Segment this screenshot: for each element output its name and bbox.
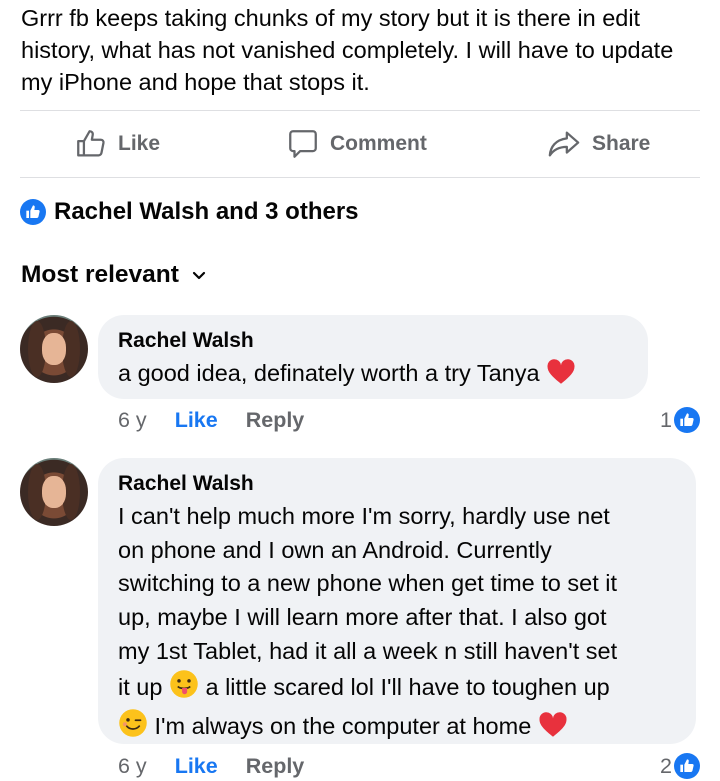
comment-button[interactable]: Comment: [286, 111, 427, 177]
comment-label: Comment: [330, 132, 427, 155]
like-icon: [20, 199, 46, 225]
comment-reply-button[interactable]: Reply: [246, 408, 305, 433]
comment-bubble: Rachel Walsh I can't help much more I'm …: [98, 458, 696, 744]
share-button[interactable]: Share: [546, 111, 650, 177]
chevron-down-icon: [191, 261, 207, 289]
like-button[interactable]: Like: [74, 111, 160, 177]
post-text: Grrr fb keeps taking chunks of my story …: [21, 5, 674, 95]
comment-author[interactable]: Rachel Walsh: [118, 472, 254, 496]
avatar[interactable]: [20, 458, 88, 526]
like-icon: [674, 753, 700, 779]
avatar[interactable]: [20, 315, 88, 383]
like-icon: [674, 407, 700, 433]
divider: [20, 177, 700, 178]
comment-age[interactable]: 6 y: [118, 408, 147, 433]
comment-age[interactable]: 6 y: [118, 754, 147, 779]
comment-text: I can't help much more I'm sorry, hardly…: [118, 500, 688, 748]
speech-bubble-icon: [286, 127, 320, 161]
comment-reply-button[interactable]: Reply: [246, 754, 305, 779]
tongue-out-emoji-icon: [169, 669, 199, 709]
share-arrow-icon: [546, 127, 582, 161]
comment-meta: 6 y Like Reply: [118, 405, 304, 435]
post-action-bar: Like Comment Share: [20, 111, 700, 177]
heart-emoji-icon: [538, 711, 568, 748]
like-label: Like: [118, 132, 161, 155]
heart-emoji-icon: [546, 358, 576, 395]
winking-emoji-icon: [118, 708, 148, 748]
reactions-text: Rachel Walsh and 3 others: [54, 198, 359, 225]
comment-like-button[interactable]: Like: [175, 408, 218, 433]
comment-text: a good idea, definately worth a try Tany…: [118, 357, 576, 395]
comment-sort-dropdown[interactable]: Most relevant: [21, 259, 207, 291]
share-label: Share: [592, 132, 651, 155]
comment-like-button[interactable]: Like: [175, 754, 218, 779]
comment-author[interactable]: Rachel Walsh: [118, 329, 254, 353]
comment-bubble: Rachel Walsh a good idea, definately wor…: [98, 315, 648, 399]
thumbs-up-icon: [74, 127, 108, 161]
comment-reaction-count[interactable]: 1: [660, 405, 700, 435]
reactions-summary[interactable]: Rachel Walsh and 3 others: [20, 196, 359, 228]
sort-label: Most relevant: [21, 261, 179, 288]
